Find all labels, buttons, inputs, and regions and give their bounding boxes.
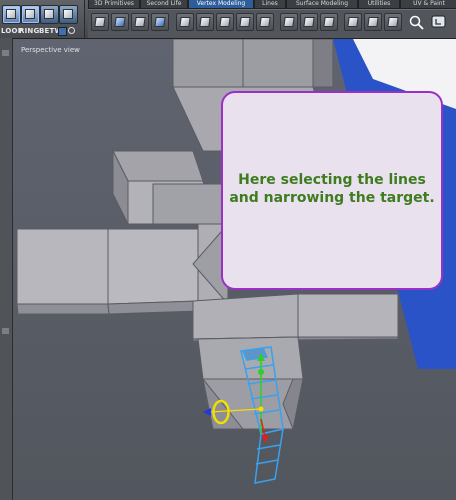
loop-icon bbox=[303, 17, 315, 27]
select-tool-button[interactable] bbox=[91, 13, 109, 31]
tab-lines[interactable]: Lines bbox=[254, 0, 286, 9]
add-icon bbox=[409, 15, 424, 30]
mesh-face bbox=[112, 150, 204, 182]
circle-toggle-icon[interactable] bbox=[68, 27, 75, 34]
weld-icon bbox=[323, 17, 335, 27]
cube-icon bbox=[114, 17, 126, 27]
select-edge-button[interactable] bbox=[21, 5, 40, 24]
cube-icon bbox=[6, 9, 16, 19]
left-side-panel[interactable] bbox=[0, 38, 13, 500]
lathe-tool-button[interactable] bbox=[176, 13, 194, 31]
mesh-face bbox=[16, 303, 110, 315]
ring-button[interactable]: RING bbox=[19, 27, 39, 35]
torus-tool-button[interactable] bbox=[280, 13, 298, 31]
cylinder-tool-button[interactable] bbox=[236, 13, 254, 31]
callout-text: Here selecting the lines and narrowing t… bbox=[223, 171, 441, 207]
split-icon bbox=[347, 17, 359, 27]
extrude-tool-button[interactable] bbox=[131, 13, 149, 31]
select-face-button[interactable] bbox=[40, 5, 59, 24]
main-toolbar: LOOP RING BETW 3D Primitives Second Life… bbox=[0, 0, 456, 39]
extrude-icon bbox=[134, 17, 146, 27]
mesh-face bbox=[192, 293, 299, 340]
magnet-icon bbox=[431, 15, 446, 28]
cone-icon bbox=[259, 17, 271, 27]
sweep-tool-button[interactable] bbox=[196, 13, 214, 31]
tutorial-callout: Here selecting the lines and narrowing t… bbox=[221, 91, 443, 290]
mesh-face bbox=[16, 228, 109, 305]
torus-icon bbox=[283, 17, 295, 27]
bevel-tool-button[interactable] bbox=[151, 13, 169, 31]
cube-icon bbox=[25, 9, 35, 19]
selection-tools-panel: LOOP RING BETW bbox=[0, 0, 85, 38]
smooth-tool-button[interactable] bbox=[384, 13, 402, 31]
tab-second-life[interactable]: Second Life bbox=[140, 0, 188, 9]
select-vertex-button[interactable] bbox=[2, 5, 21, 24]
weld-tool-button[interactable] bbox=[320, 13, 338, 31]
panel-handle[interactable] bbox=[2, 50, 9, 56]
smooth-icon bbox=[387, 17, 399, 27]
cylinder-icon bbox=[239, 17, 251, 27]
tab-utilities[interactable]: Utilities bbox=[358, 0, 400, 9]
mesh-face bbox=[152, 183, 229, 225]
cube-tool-button[interactable] bbox=[111, 13, 129, 31]
mesh-face bbox=[312, 39, 334, 88]
tab-surface-modeling[interactable]: Surface Modeling bbox=[286, 0, 358, 9]
cube-icon bbox=[44, 9, 54, 19]
panel-handle[interactable] bbox=[2, 328, 9, 334]
callout-line-1: Here selecting the lines bbox=[238, 172, 426, 188]
subdivide-icon bbox=[367, 17, 379, 27]
tab-uv-paint[interactable]: UV & Paint bbox=[400, 0, 456, 9]
tab-vertex-modeling[interactable]: Vertex Modeling bbox=[188, 0, 254, 9]
mesh-face bbox=[297, 293, 399, 338]
add-tool-button[interactable] bbox=[408, 13, 426, 31]
cube-icon bbox=[63, 9, 73, 19]
magnet-tool-button[interactable] bbox=[430, 13, 448, 31]
callout-line-2: and narrowing the target. bbox=[229, 190, 435, 206]
bevel-icon bbox=[154, 17, 166, 27]
select-icon bbox=[94, 17, 106, 27]
cone-tool-button[interactable] bbox=[256, 13, 274, 31]
vertex-modeling-icon-row bbox=[88, 9, 456, 38]
mesh-face bbox=[107, 228, 199, 305]
subdivide-tool-button[interactable] bbox=[364, 13, 382, 31]
loop-tool-button[interactable] bbox=[300, 13, 318, 31]
tab-3d-primitives[interactable]: 3D Primitives bbox=[88, 0, 140, 9]
viewport-label: Perspective view bbox=[21, 46, 80, 54]
sphere-icon bbox=[219, 17, 231, 27]
lathe-icon bbox=[179, 17, 191, 27]
sphere-tool-button[interactable] bbox=[216, 13, 234, 31]
tab-bar: 3D Primitives Second Life Vertex Modelin… bbox=[88, 0, 456, 9]
sweep-icon bbox=[199, 17, 211, 27]
option-toggle[interactable] bbox=[58, 27, 67, 36]
select-object-button[interactable] bbox=[59, 5, 78, 24]
split-tool-button[interactable] bbox=[344, 13, 362, 31]
